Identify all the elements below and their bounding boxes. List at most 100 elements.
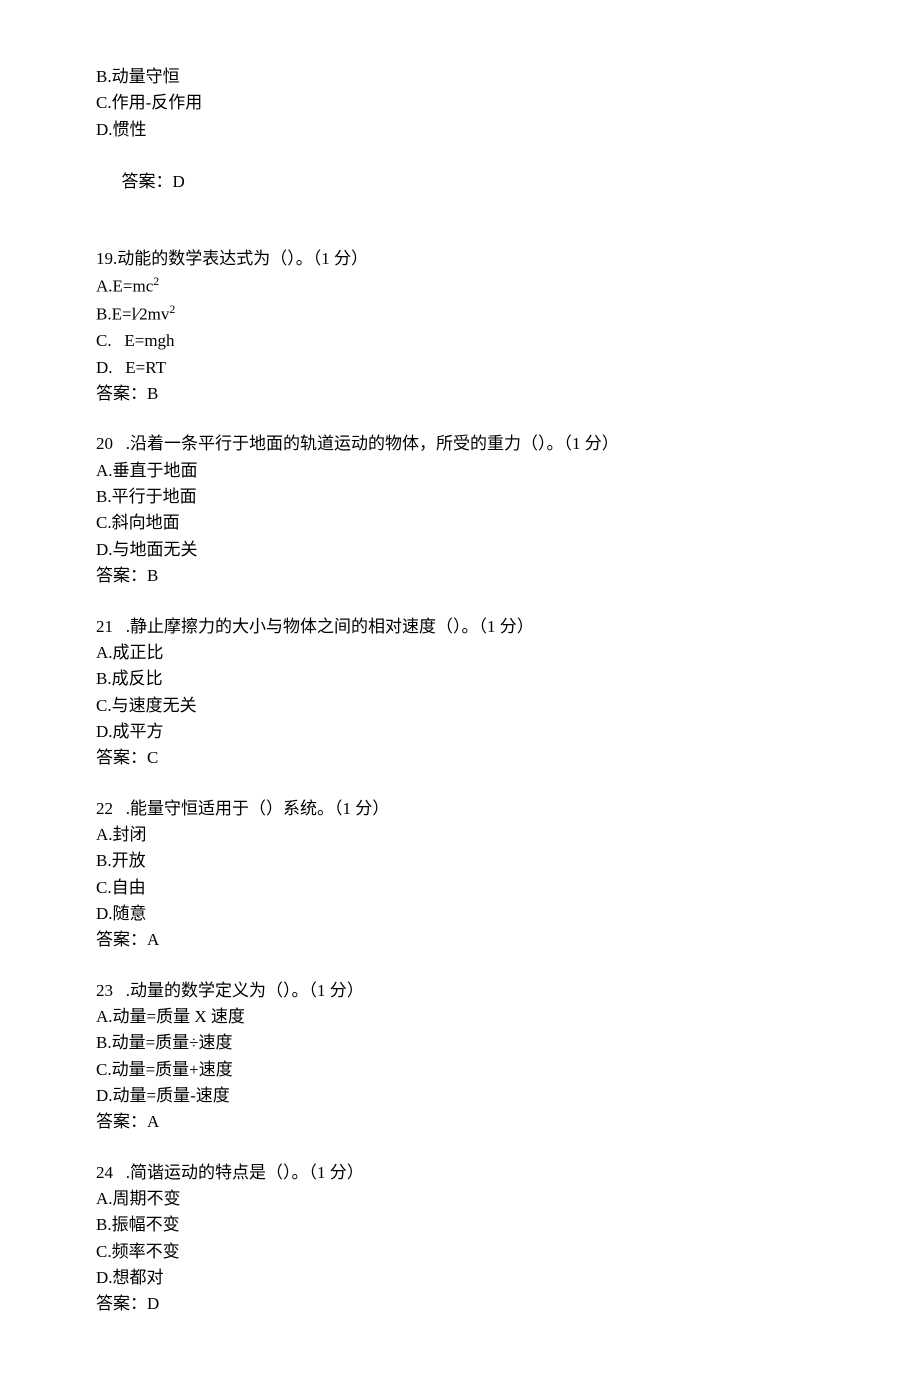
- block-gap: [96, 1136, 824, 1160]
- option-key: A.: [96, 461, 113, 480]
- question-stem-text: .简谐运动的特点是（）。（1 分）: [113, 1163, 364, 1182]
- answer-value: A: [147, 1112, 159, 1131]
- option-text: E=mc: [113, 277, 154, 296]
- option-text: 动量=质量-速度: [113, 1086, 230, 1105]
- answer-value: D: [173, 172, 185, 191]
- option-text: 与速度无关: [112, 696, 197, 715]
- option-line: C.频率不变: [96, 1239, 824, 1265]
- option-text: E=mgh: [124, 331, 174, 350]
- option-text: 动量=质量÷速度: [112, 1033, 233, 1052]
- option-line: C.自由: [96, 875, 824, 901]
- option-line: D. E=RT: [96, 355, 824, 381]
- option-text: 动量=质量 X 速度: [113, 1007, 245, 1026]
- answer-value: D: [147, 1294, 159, 1313]
- answer-line: 答案：A: [96, 1109, 824, 1135]
- block-gap: [96, 954, 824, 978]
- option-text: 斜向地面: [112, 513, 180, 532]
- answer-line: 答案：B: [96, 563, 824, 589]
- question-block: 20 .沿着一条平行于地面的轨道运动的物体，所受的重力（）。（1 分）A.垂直于…: [96, 431, 824, 589]
- option-line: A.E=mc2: [96, 272, 824, 300]
- question-stem-text: .沿着一条平行于地面的轨道运动的物体，所受的重力（）。（1 分）: [113, 434, 619, 453]
- option-text: 想都对: [113, 1268, 164, 1287]
- option-text: 动量=质量+速度: [112, 1060, 233, 1079]
- question-number: 19.: [96, 249, 117, 268]
- option-key: A.: [96, 1007, 113, 1026]
- option-key: C.: [96, 878, 112, 897]
- option-line: B.动量守恒: [96, 64, 824, 90]
- option-key: C.: [96, 1242, 112, 1261]
- answer-line: 答案：D: [96, 143, 824, 222]
- question-stem-text: .动量的数学定义为（）。（1 分）: [113, 981, 364, 1000]
- option-line: D.与地面无关: [96, 537, 824, 563]
- answer-label: 答案：: [96, 566, 147, 585]
- answer-value: C: [147, 748, 158, 767]
- option-line: B.开放: [96, 848, 824, 874]
- option-line: D.惯性: [96, 117, 824, 143]
- question-block: 22 .能量守恒适用于（）系统。（1 分）A.封闭B.开放C.自由D.随意答案：…: [96, 796, 824, 954]
- option-text: 自由: [112, 878, 146, 897]
- answer-line: 答案：A: [96, 927, 824, 953]
- option-key: D.: [96, 722, 113, 741]
- option-sup: 2: [169, 302, 175, 316]
- option-line: A.成正比: [96, 640, 824, 666]
- option-text: 频率不变: [112, 1242, 180, 1261]
- option-text: 开放: [112, 851, 146, 870]
- option-line: D.成平方: [96, 719, 824, 745]
- question-number: 24: [96, 1163, 113, 1182]
- option-line: C.作用-反作用: [96, 90, 824, 116]
- answer-value: B: [147, 566, 158, 585]
- answer-label: 答案：: [96, 930, 147, 949]
- option-text: 成正比: [113, 643, 164, 662]
- answer-value: A: [147, 930, 159, 949]
- option-line: A.垂直于地面: [96, 458, 824, 484]
- question-block: 19.动能的数学表达式为（）。（1 分）A.E=mc2B.E=l⁄2mv2C. …: [96, 246, 824, 407]
- option-text: 与地面无关: [113, 540, 198, 559]
- question-number: 23: [96, 981, 113, 1000]
- answer-label: 答案：: [96, 384, 147, 403]
- answer-value: B: [147, 384, 158, 403]
- question-block: 23 .动量的数学定义为（）。（1 分）A.动量=质量 X 速度B.动量=质量÷…: [96, 978, 824, 1136]
- option-text: 封闭: [113, 825, 147, 844]
- question-stem: 19.动能的数学表达式为（）。（1 分）: [96, 246, 824, 272]
- option-line: C.动量=质量+速度: [96, 1057, 824, 1083]
- question-stem: 21 .静止摩擦力的大小与物体之间的相对速度（）。（1 分）: [96, 614, 824, 640]
- option-line: C.与速度无关: [96, 693, 824, 719]
- option-key: C.: [96, 331, 124, 350]
- option-key: A.: [96, 1189, 113, 1208]
- question-stem-text: .能量守恒适用于（）系统。（1 分）: [113, 799, 389, 818]
- option-key: D.: [96, 1268, 113, 1287]
- option-line: A.周期不变: [96, 1186, 824, 1212]
- option-key: B.: [96, 305, 112, 324]
- question-number: 20: [96, 434, 113, 453]
- option-text: 垂直于地面: [113, 461, 198, 480]
- option-line: C.斜向地面: [96, 510, 824, 536]
- question-stem: 22 .能量守恒适用于（）系统。（1 分）: [96, 796, 824, 822]
- questions-container: 19.动能的数学表达式为（）。（1 分）A.E=mc2B.E=l⁄2mv2C. …: [96, 222, 824, 1318]
- block-gap: [96, 772, 824, 796]
- option-line: A.封闭: [96, 822, 824, 848]
- answer-line: 答案：D: [96, 1291, 824, 1317]
- option-key: B.: [96, 1215, 112, 1234]
- answer-label: 答案：: [122, 172, 173, 191]
- option-key: C.: [96, 696, 112, 715]
- block-gap: [96, 222, 824, 246]
- document-page: B.动量守恒 C.作用-反作用 D.惯性 答案：D 19.动能的数学表达式为（）…: [0, 0, 920, 1378]
- question-stem: 24 .简谐运动的特点是（）。（1 分）: [96, 1160, 824, 1186]
- option-line: D.随意: [96, 901, 824, 927]
- question-block: 24 .简谐运动的特点是（）。（1 分）A.周期不变B.振幅不变C.频率不变D.…: [96, 1160, 824, 1318]
- answer-label: 答案：: [96, 748, 147, 767]
- option-line: B.成反比: [96, 666, 824, 692]
- option-text: 成平方: [113, 722, 164, 741]
- option-line: B.E=l⁄2mv2: [96, 300, 824, 328]
- option-key: B.: [96, 669, 112, 688]
- question-stem: 23 .动量的数学定义为（）。（1 分）: [96, 978, 824, 1004]
- option-key: A.: [96, 825, 113, 844]
- option-sup: 2: [153, 274, 159, 288]
- option-text: E=l⁄2mv: [112, 305, 170, 324]
- option-key: D.: [96, 358, 125, 377]
- option-key: D.: [96, 540, 113, 559]
- option-line: B.振幅不变: [96, 1212, 824, 1238]
- option-key: C.: [96, 1060, 112, 1079]
- question-stem-text: .静止摩擦力的大小与物体之间的相对速度（）。（1 分）: [113, 617, 534, 636]
- option-key: D.: [96, 1086, 113, 1105]
